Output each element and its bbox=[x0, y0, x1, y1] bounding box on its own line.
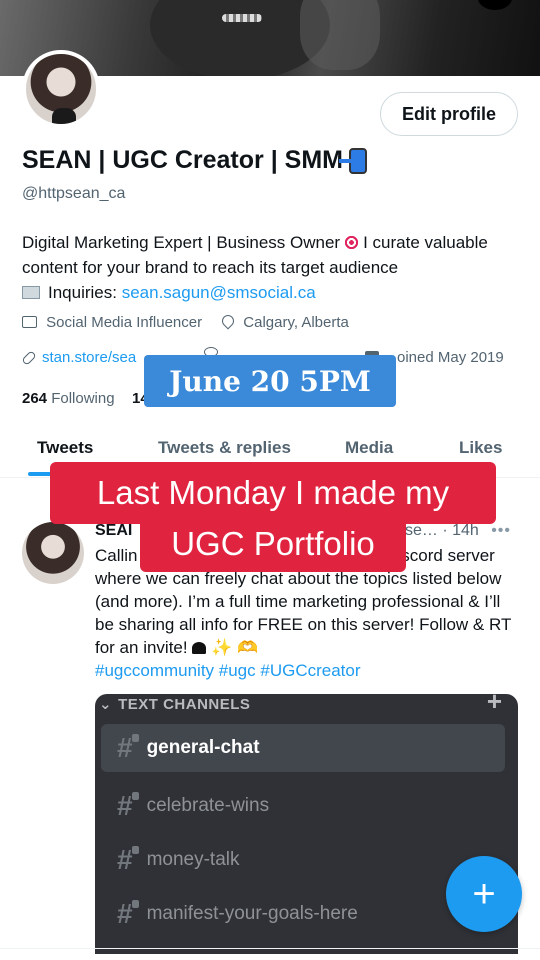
profile-meta: Social Media Influencer Calgary, Alberta bbox=[22, 312, 349, 331]
tweet-more-icon[interactable]: ••• bbox=[491, 522, 511, 540]
locked-hash-icon: # bbox=[117, 732, 139, 763]
channel-manifest-your-goals-here: # manifest-your-goals-here bbox=[101, 890, 505, 938]
location-text: Calgary, Alberta bbox=[243, 314, 349, 331]
banner-photo-shape bbox=[300, 0, 380, 70]
tab-tweets-replies[interactable]: Tweets & replies bbox=[158, 438, 291, 458]
link-icon bbox=[21, 350, 37, 366]
tweet-text-body: where we can freely chat about the topic… bbox=[95, 569, 512, 657]
channel-label: money-talk bbox=[146, 849, 240, 870]
channel-money-talk: # money-talk bbox=[101, 836, 505, 884]
category-text: Social Media Influencer bbox=[46, 314, 203, 331]
joined-date: oined May 2019 bbox=[397, 349, 504, 366]
channel-general-chat: # general-chat bbox=[101, 724, 505, 772]
location-pin-icon bbox=[219, 312, 237, 330]
following-label[interactable]: Following bbox=[51, 390, 114, 407]
website-link[interactable]: stan.store/sea bbox=[21, 349, 136, 366]
channel-label: manifest-your-goals-here bbox=[146, 903, 358, 924]
locked-hash-icon: # bbox=[117, 790, 139, 821]
tab-tweets[interactable]: Tweets bbox=[37, 438, 93, 458]
more-options-icon[interactable] bbox=[478, 0, 512, 10]
mobile-phone-arrow-icon bbox=[338, 147, 367, 174]
direct-hit-icon bbox=[344, 235, 360, 250]
profile-bio: Digital Marketing Expert | Business Owne… bbox=[22, 230, 522, 305]
sparkles-icon: ✨ bbox=[211, 638, 233, 657]
tweet-text-cont: iscord server bbox=[397, 546, 495, 565]
tweet-hashtags[interactable]: #ugccommunity #ugc #UGCcreator bbox=[95, 661, 361, 680]
tweet-author[interactable]: SEAI bbox=[95, 522, 132, 539]
profile-name-text: SEAN | UGC Creator | SMM bbox=[22, 146, 343, 174]
email-link[interactable]: sean.sagun@smsocial.ca bbox=[122, 283, 316, 302]
tweet-time: se… · 14h bbox=[405, 522, 479, 539]
profile-name: SEAN | UGC Creator | SMM bbox=[22, 146, 367, 175]
channel-celebrate-wins: # celebrate-wins bbox=[101, 782, 505, 830]
following-count[interactable]: 264 bbox=[22, 390, 47, 407]
chevron-down-icon: ⌄ bbox=[99, 696, 113, 713]
locked-hash-icon: # bbox=[117, 898, 139, 929]
tab-likes[interactable]: Likes bbox=[459, 438, 502, 458]
website-text[interactable]: stan.store/sea bbox=[42, 349, 136, 366]
profile-category: Social Media Influencer bbox=[22, 314, 202, 331]
date-overlay-caption: June 20 5PM bbox=[144, 355, 396, 407]
profile-location: Calgary, Alberta bbox=[219, 312, 349, 331]
channels-header-label: TEXT CHANNELS bbox=[118, 695, 251, 713]
edit-profile-button[interactable]: Edit profile bbox=[380, 92, 518, 136]
channel-label: celebrate-wins bbox=[146, 795, 270, 816]
channel-label: general-chat bbox=[146, 737, 260, 758]
bio-text: Digital Marketing Expert | Business Owne… bbox=[22, 233, 341, 252]
profile-handle: @httpsean_ca bbox=[22, 185, 126, 202]
compose-tweet-button[interactable]: + bbox=[446, 856, 522, 932]
profile-avatar[interactable] bbox=[22, 50, 100, 128]
locked-hash-icon: # bbox=[117, 844, 139, 875]
divider bbox=[0, 948, 540, 949]
channels-header: ⌄ TEXT CHANNELS bbox=[99, 694, 250, 714]
inquiries-label: Inquiries: bbox=[48, 283, 122, 302]
tab-media[interactable]: Media bbox=[345, 438, 393, 458]
caption-overlay-line1: Last Monday I made my bbox=[50, 462, 496, 524]
heart-hands-icon: 🫶 bbox=[236, 638, 259, 657]
tweet-avatar[interactable] bbox=[22, 522, 84, 584]
caption-overlay-line2: UGC Portfolio bbox=[140, 516, 406, 572]
briefcase-icon bbox=[22, 316, 37, 328]
banner-necklace bbox=[222, 14, 262, 22]
envelope-icon bbox=[22, 286, 40, 299]
follow-stats[interactable]: 264 Following 14 bbox=[22, 390, 149, 407]
add-channel-icon: + bbox=[486, 694, 502, 716]
black-heart-icon bbox=[192, 642, 207, 654]
tweet-text-start: Callin bbox=[95, 546, 138, 565]
